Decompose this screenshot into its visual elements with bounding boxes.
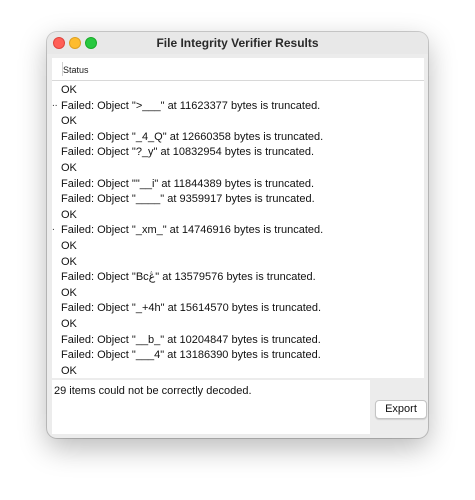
table-row[interactable]: OK xyxy=(52,208,424,224)
table-row[interactable]: Failed: Object ""__i" at 11844389 bytes … xyxy=(52,177,424,193)
row-status-text: Failed: Object "_xm_" at 14746916 bytes … xyxy=(61,224,324,237)
table-row[interactable]: Failed: Object "_4_Q" at 12660358 bytes … xyxy=(52,130,424,146)
row-status-text: OK xyxy=(61,364,77,377)
table-row[interactable]: OK xyxy=(52,364,424,378)
results-table[interactable]: Status OK.. Failed: Object ">___" at 1162… xyxy=(52,58,424,378)
table-row[interactable]: . Failed: Object "_xm_" at 14746916 bytes… xyxy=(52,222,424,239)
table-row[interactable]: Failed: Object "_+4h" at 15614570 bytes … xyxy=(52,301,424,317)
table-row[interactable]: Failed: Object "___4" at 13186390 bytes … xyxy=(52,348,424,364)
table-row[interactable]: OK xyxy=(52,83,424,99)
row-status-text: OK xyxy=(61,84,77,96)
row-status-text: OK xyxy=(61,255,77,268)
row-status-text: Failed: Object "___4" at 13186390 bytes … xyxy=(61,349,321,362)
table-row[interactable]: OK xyxy=(52,161,424,177)
row-status-text: Failed: Object "__b_" at 10204847 bytes … xyxy=(61,333,321,346)
row-status-text: OK xyxy=(61,115,77,128)
row-status-text: OK xyxy=(61,317,77,330)
column-header-status[interactable]: Status xyxy=(63,65,89,75)
title-bar[interactable]: File Integrity Verifier Results xyxy=(47,32,428,54)
results-window: File Integrity Verifier Results Status O… xyxy=(47,32,428,438)
table-row[interactable]: Failed: Object "?_y" at 10832954 bytes i… xyxy=(52,145,424,161)
table-header: Status xyxy=(52,58,424,81)
row-status-text: Failed: Object ""__i" at 11844389 bytes … xyxy=(61,177,315,190)
row-status-text: Failed: Object "?_y" at 10832954 bytes i… xyxy=(61,146,315,159)
table-row[interactable]: OK xyxy=(52,286,424,302)
table-rows: OK.. Failed: Object ">___" at 11623377 by… xyxy=(52,83,424,378)
summary-text-area[interactable]: 29 items could not be correctly decoded. xyxy=(52,380,370,434)
table-row[interactable]: Failed: Object "____" at 9359917 bytes i… xyxy=(52,192,424,208)
row-status-text: Failed: Object ">___" at 11623377 bytes … xyxy=(61,99,321,112)
summary-message: 29 items could not be correctly decoded. xyxy=(54,385,252,397)
row-status-text: Failed: Object "_4_Q" at 12660358 bytes … xyxy=(61,130,324,143)
table-row[interactable]: OK xyxy=(52,317,424,333)
row-status-text: Failed: Object "____" at 9359917 bytes i… xyxy=(61,193,315,206)
table-row[interactable]: OK xyxy=(52,239,424,255)
row-status-text: OK xyxy=(61,239,77,252)
row-marker: .. xyxy=(52,97,58,109)
row-status-text: Failed: Object "_+4h" at 15614570 bytes … xyxy=(61,302,322,315)
row-status-text: OK xyxy=(61,161,77,174)
row-marker: . xyxy=(52,222,55,234)
export-button[interactable]: Export xyxy=(375,400,427,419)
table-row[interactable]: .. Failed: Object ">___" at 11623377 byte… xyxy=(52,97,424,115)
table-row[interactable]: Failed: Object "__b_" at 10204847 bytes … xyxy=(52,333,424,349)
row-status-text: Failed: Object "Bcڠ" at 13579576 bytes i… xyxy=(61,271,316,284)
table-row[interactable]: OK xyxy=(52,114,424,130)
table-row[interactable]: Failed: Object "Bcڠ" at 13579576 bytes i… xyxy=(52,270,424,286)
window-title: File Integrity Verifier Results xyxy=(156,36,319,50)
table-row[interactable]: OK xyxy=(52,255,424,271)
row-status-text: OK xyxy=(61,286,77,299)
row-status-text: OK xyxy=(61,208,77,221)
